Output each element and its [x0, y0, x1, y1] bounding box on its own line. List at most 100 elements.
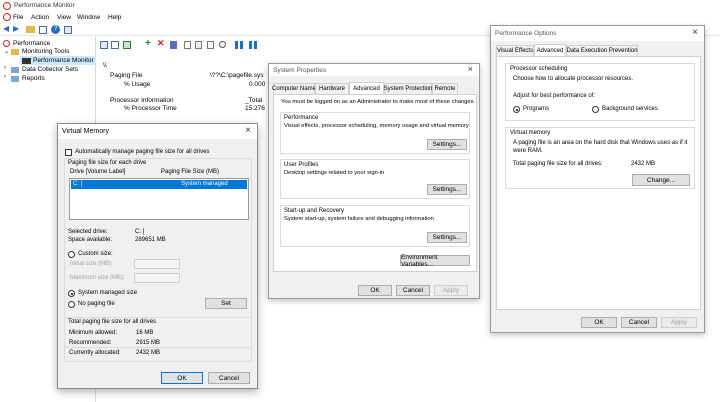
ok-button[interactable]: OK: [581, 317, 617, 328]
properties-icon[interactable]: [64, 26, 72, 34]
copy-icon[interactable]: [184, 41, 191, 49]
tab-visual-effects[interactable]: Visual Effects: [496, 45, 534, 56]
maximum-size-label: Maximum size (MB):: [70, 275, 125, 281]
ok-button[interactable]: OK: [358, 285, 392, 296]
freeze-icon[interactable]: [235, 41, 238, 49]
update-icon-b[interactable]: [254, 41, 257, 49]
tab-hardware[interactable]: Hardware: [315, 83, 349, 94]
performance-group: Performance Visual effects, processor sc…: [280, 112, 470, 154]
ok-button[interactable]: OK: [161, 372, 203, 384]
tab-advanced[interactable]: Advanced: [534, 44, 566, 56]
tree-monitoring-tools[interactable]: Monitoring Tools: [22, 48, 69, 55]
set-button[interactable]: Set: [205, 298, 247, 309]
collapse-icon[interactable]: ›: [4, 65, 6, 71]
background-services-label[interactable]: Background services: [602, 106, 658, 112]
performance-settings-button[interactable]: Settings...: [427, 139, 467, 150]
custom-size-label[interactable]: Custom size:: [78, 251, 113, 257]
view-current-activity-icon[interactable]: [100, 41, 108, 49]
counter-instance-paging: \??\C:\pagefile.sys: [210, 72, 264, 79]
properties-icon[interactable]: [207, 41, 214, 49]
tab-data-execution-prevention[interactable]: Data Execution Prevention: [566, 45, 638, 56]
close-icon[interactable]: ×: [692, 27, 698, 38]
apply-button[interactable]: Apply: [661, 317, 697, 328]
collapse-icon[interactable]: ›: [4, 74, 6, 80]
change-graph-type-icon[interactable]: [123, 41, 131, 49]
menu-action[interactable]: Action: [31, 14, 49, 21]
tree-data-collector-sets[interactable]: Data Collector Sets: [22, 66, 78, 73]
no-paging-label[interactable]: No paging file: [78, 301, 115, 307]
cancel-button[interactable]: Cancel: [621, 317, 657, 328]
apply-button[interactable]: Apply: [434, 285, 468, 296]
tree-root[interactable]: Performance: [13, 40, 50, 47]
app-icon: [3, 2, 11, 10]
counter-processor-time-value: 15.276: [245, 105, 265, 112]
paste-icon[interactable]: [195, 41, 202, 49]
startup-title: Start-up and Recovery: [284, 208, 345, 214]
menu-view[interactable]: View: [57, 14, 71, 21]
monitor-icon: [22, 58, 31, 64]
counter-object-paging: Paging File: [110, 72, 143, 79]
zoom-icon[interactable]: [219, 41, 226, 48]
tab-advanced[interactable]: Advanced: [349, 82, 384, 94]
counter-object-processor: Processor Information: [110, 97, 174, 104]
freeze-icon-b[interactable]: [240, 41, 243, 49]
menu-window[interactable]: Window: [77, 14, 100, 21]
environment-variables-button[interactable]: Environment Variables...: [400, 254, 470, 268]
change-button[interactable]: Change...: [632, 174, 690, 186]
tree-performance-monitor[interactable]: Performance Monitor: [33, 57, 94, 64]
forward-icon[interactable]: ▶: [13, 24, 19, 33]
selected-drive-value: C: [: [135, 229, 145, 235]
drive-row-drive: C: [: [73, 181, 83, 187]
minimum-allowed-label: Minimum allowed:: [69, 330, 118, 336]
drive-list[interactable]: C: [ System managed: [69, 178, 249, 220]
maximum-size-input[interactable]: [134, 273, 180, 283]
no-paging-radio[interactable]: [68, 301, 75, 308]
grid-icon[interactable]: [39, 26, 47, 34]
auto-manage-label[interactable]: Automatically manage paging file size fo…: [75, 149, 209, 155]
initial-size-input[interactable]: [134, 259, 180, 269]
back-icon[interactable]: ◀: [3, 24, 9, 33]
programs-radio[interactable]: [513, 106, 520, 113]
custom-size-radio[interactable]: [68, 251, 75, 258]
close-icon[interactable]: ×: [468, 64, 473, 74]
user-profiles-settings-button[interactable]: Settings...: [427, 184, 467, 195]
delete-icon[interactable]: ✕: [157, 38, 165, 49]
tab-strip: Computer Name Hardware Advanced System P…: [272, 82, 477, 94]
total-paging-title: Total paging file size for all drives: [68, 319, 157, 325]
title-bar: Performance Monitor: [0, 0, 720, 12]
tab-remote[interactable]: Remote: [432, 83, 458, 94]
folder-icon[interactable]: [26, 26, 35, 33]
auto-manage-checkbox[interactable]: [65, 149, 72, 156]
system-managed-label[interactable]: System managed size: [78, 290, 137, 296]
close-icon[interactable]: ×: [245, 125, 251, 136]
scheduling-desc: Choose how to allocate processor resourc…: [513, 76, 634, 82]
system-managed-radio[interactable]: [68, 290, 75, 297]
data-collector-icon: [11, 67, 19, 73]
user-profiles-desc: Desktop settings related to your sign-in: [284, 170, 385, 176]
background-services-radio[interactable]: [592, 106, 599, 113]
programs-label[interactable]: Programs: [523, 106, 549, 112]
tab-panel: Processor scheduling Choose how to alloc…: [496, 56, 701, 310]
dialog-title-bar: System Properties: [269, 64, 479, 76]
counter-usage-label: % Usage: [124, 81, 151, 88]
update-icon[interactable]: [249, 41, 252, 49]
menu-bar: File Action View Window Help: [0, 12, 720, 23]
view-log-data-icon[interactable]: [111, 41, 119, 49]
startup-settings-button[interactable]: Settings...: [427, 232, 467, 243]
virtual-memory-group: Virtual memory A paging file is an area …: [505, 127, 695, 189]
tab-system-protection[interactable]: System Protection: [384, 83, 432, 94]
help-icon[interactable]: ?: [51, 25, 60, 34]
cancel-button[interactable]: Cancel: [208, 372, 250, 384]
menu-file[interactable]: File: [13, 14, 23, 21]
scheduling-title: Processor scheduling: [510, 66, 568, 72]
drive-row-selected[interactable]: C: [ System managed: [71, 180, 247, 189]
menu-help[interactable]: Help: [108, 14, 121, 21]
expand-icon[interactable]: ⌄: [4, 48, 9, 55]
tree-reports[interactable]: Reports: [22, 75, 45, 82]
recommended-value: 2915 MB: [136, 340, 161, 346]
cancel-button[interactable]: Cancel: [396, 285, 430, 296]
tab-computer-name[interactable]: Computer Name: [272, 83, 316, 94]
add-counter-icon[interactable]: +: [145, 38, 151, 49]
monitoring-tools-icon: [11, 49, 19, 55]
highlight-icon[interactable]: [170, 41, 177, 49]
